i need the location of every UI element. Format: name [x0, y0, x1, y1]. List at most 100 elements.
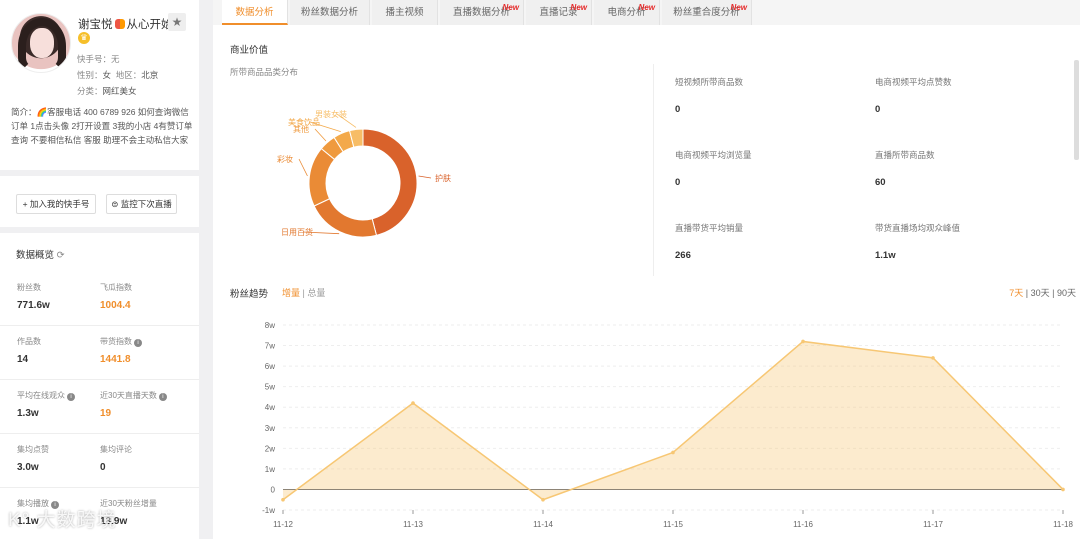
trend-area — [283, 341, 1063, 500]
donut-leader-line — [418, 175, 432, 179]
stat-label-text: 集均点赞 — [17, 445, 49, 454]
toggle-total[interactable]: 总量 — [307, 288, 325, 298]
y-tick-label: 3w — [265, 424, 275, 433]
stat-label: 作品数 — [17, 336, 41, 347]
avatar[interactable] — [11, 13, 71, 73]
x-tick-label: 11-15 — [663, 520, 683, 529]
tab-label: 数据分析 — [235, 7, 274, 18]
gender-value: 女 — [102, 70, 112, 80]
kpi-value: 0 — [675, 177, 681, 188]
refresh-icon[interactable]: ⟳ — [57, 250, 65, 261]
overview-title: 数据概览 ⟳ — [16, 247, 65, 261]
kpi-value: 266 — [675, 250, 691, 261]
tab-item[interactable]: 电商分析 New — [594, 0, 660, 25]
divider — [0, 379, 199, 380]
tab-item[interactable]: 直播数据分析 New — [440, 0, 524, 25]
range-7d[interactable]: 7天 — [1009, 288, 1023, 298]
stat-label-text: 作品数 — [17, 337, 41, 346]
range-90d[interactable]: 90天 — [1057, 288, 1076, 298]
stat-value: 3.0w — [17, 462, 39, 473]
y-tick-label: 2w — [265, 444, 275, 453]
gender-label: 性别： — [77, 70, 103, 80]
stat-label: 粉丝数 — [17, 282, 41, 293]
kpi-label: 直播带货平均销量 — [675, 223, 744, 233]
divider — [0, 170, 199, 176]
info-icon[interactable]: i — [158, 393, 167, 401]
divider — [0, 325, 199, 326]
tab-item[interactable]: 播主视频 — [372, 0, 438, 25]
info-icon[interactable]: i — [134, 339, 142, 347]
monitor-live-button[interactable]: ⊜ 监控下次直播 — [106, 194, 177, 214]
monitor-live-label: 监控下次直播 — [120, 199, 172, 209]
y-tick-label: 4w — [265, 403, 275, 412]
profile-name-suffix: 从心开始 — [126, 19, 173, 31]
range-30d[interactable]: 30天 — [1031, 288, 1050, 298]
kpi-label: 直播所带商品数 — [875, 150, 935, 160]
stat-value: 19 — [100, 408, 112, 419]
scrollbar[interactable] — [1074, 60, 1079, 160]
stat-label: 飞瓜指数 — [100, 282, 132, 293]
donut-slice[interactable] — [313, 198, 378, 238]
profile-sidebar: 谢宝悦 从心开始 ★ ♛ 快手号：无 性别：女 地区：北京 分类：网红美女 简介：… — [0, 0, 199, 539]
favorite-star-button[interactable]: ★ — [168, 13, 186, 31]
profile-name: 谢宝悦 从心开始 — [78, 16, 173, 32]
category-label: 分类： — [77, 86, 103, 96]
profile-bio: 简介：🌈客服电话 400 6789 926 如何查询微信订单 1点击头像 2打开… — [11, 107, 193, 145]
stat-value: 1441.8 — [100, 354, 131, 365]
donut-slice[interactable] — [308, 147, 336, 207]
stat-label: 集均评论 — [100, 444, 132, 455]
x-tick-label: 11-12 — [273, 520, 293, 529]
fan-trend-chart: -1w 0 1w 2w 3w 4w 5w 6w 7w 8w 11-12 11-13 11-14 11-15… — [262, 321, 1073, 529]
tab-item[interactable]: 粉丝数据分析 — [290, 0, 370, 25]
stat-label: 带货指数 i — [100, 336, 142, 347]
watermark: K° 大数跨境 — [8, 505, 117, 532]
info-icon[interactable]: i — [67, 393, 75, 401]
trend-point[interactable] — [281, 497, 285, 502]
stat-label-text: 近30天直播天数 — [100, 391, 157, 400]
category-donut-chart: 护肤日用百货彩妆其他美食饮品男装女装 — [277, 109, 451, 238]
gender-region: 性别：女 地区：北京 — [77, 69, 158, 81]
kpi-label: 带货直播场均观众峰值 — [875, 223, 961, 233]
category-row: 分类：网红美女 — [77, 85, 137, 97]
pill-emoji-icon — [114, 19, 125, 29]
tab-label: 播主视频 — [385, 7, 424, 18]
donut-label: 日用百货 — [281, 227, 313, 237]
kpi-label: 电商视频平均点赞数 — [875, 77, 952, 87]
range-separator: | — [1023, 288, 1031, 298]
trend-point[interactable] — [931, 356, 935, 360]
divider — [0, 433, 199, 434]
tab-item[interactable]: 粉丝重合度分析 New — [662, 0, 752, 25]
add-kuaishou-button[interactable]: + 加入我的快手号 — [16, 194, 96, 214]
stat-label-text: 平均在线观众 — [17, 391, 65, 400]
trend-point[interactable] — [541, 497, 545, 502]
tab-bar: 数据分析 粉丝数据分析 播主视频 直播数据分析 New 直播记录 New 电商分析 New 粉丝重… — [213, 0, 1080, 25]
trend-title: 粉丝趋势 — [230, 289, 269, 300]
stat-value: 0 — [100, 462, 106, 473]
kpi-value: 1.1w — [875, 250, 896, 261]
new-badge: New — [730, 3, 747, 12]
x-tick-label: 11-18 — [1053, 520, 1073, 529]
trend-point[interactable] — [411, 401, 415, 405]
donut-leader-line — [314, 128, 327, 142]
range-selector: 7天 | 30天 | 90天 — [1009, 286, 1076, 299]
toggle-increment[interactable]: 增量 — [282, 288, 300, 298]
trend-point[interactable] — [1061, 487, 1065, 492]
tab-item[interactable]: 直播记录 New — [526, 0, 592, 25]
kuaishou-id: 快手号：无 — [77, 54, 120, 64]
x-tick-label: 11-17 — [923, 520, 943, 529]
tab-item[interactable]: 数据分析 — [222, 0, 288, 25]
donut-leader-line — [298, 158, 308, 177]
region-label: 地区： — [115, 70, 142, 80]
stat-label-text: 集均评论 — [100, 445, 132, 454]
stat-value: 771.6w — [17, 300, 50, 311]
trend-point[interactable] — [671, 450, 675, 455]
y-tick-label: 1w — [265, 465, 275, 474]
commerce-title: 商业价值 — [230, 45, 269, 56]
x-tick-label: 11-16 — [793, 520, 813, 529]
kpi-label: 短视频所带商品数 — [675, 77, 744, 87]
donut-label: 彩妆 — [277, 154, 293, 164]
crown-badge-icon: ♛ — [78, 32, 90, 44]
trend-point[interactable] — [801, 339, 805, 344]
tab-label: 粉丝数据分析 — [300, 7, 358, 18]
kpi-value: 0 — [675, 104, 681, 115]
